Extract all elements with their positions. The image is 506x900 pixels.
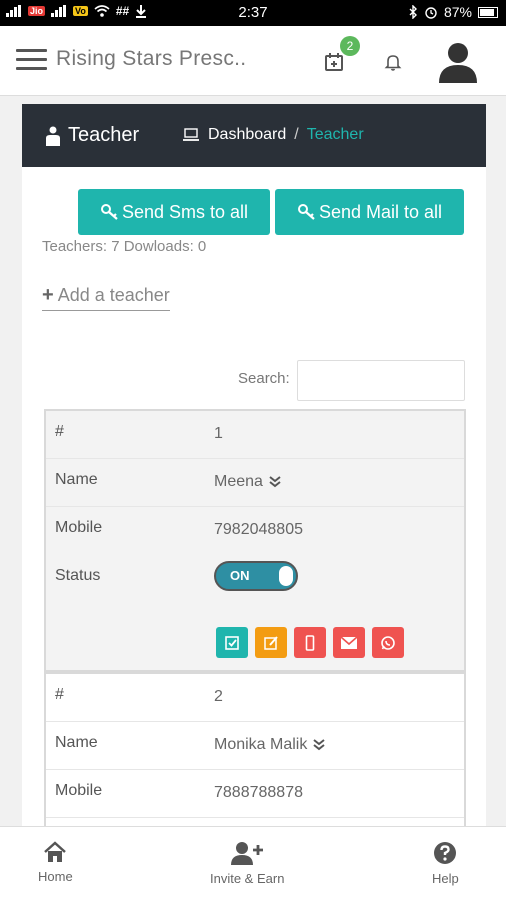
teacher-name: Monika Malik — [214, 736, 308, 753]
send-sms-all-label: Send Sms to all — [121, 201, 249, 222]
breadcrumb: Dashboard / Teacher — [182, 126, 364, 144]
add-teacher-link[interactable]: + Add a teacher — [42, 284, 170, 311]
battery-percent: 87% — [443, 4, 472, 20]
user-plus-icon — [231, 842, 264, 865]
edit-button[interactable] — [255, 627, 287, 658]
toggle-knob — [279, 566, 293, 586]
search-label: Search: — [238, 370, 290, 387]
status-toggle[interactable]: ON — [214, 561, 298, 591]
bell-icon[interactable] — [383, 52, 403, 72]
sms-button[interactable] — [294, 627, 326, 658]
whatsapp-icon — [381, 635, 395, 650]
index-value: 2 — [214, 688, 223, 705]
send-mail-all-button[interactable]: Send Mail to all — [275, 189, 464, 235]
mobile-value: 7888788878 — [214, 784, 303, 801]
user-avatar-icon[interactable] — [436, 39, 480, 83]
double-chevron-down-icon[interactable] — [269, 476, 281, 488]
help-icon — [434, 842, 457, 864]
breadcrumb-dashboard[interactable]: Dashboard — [208, 126, 286, 144]
record-row-index: # 2 — [46, 674, 464, 722]
status-right: 87% — [408, 4, 498, 20]
index-label: # — [55, 686, 64, 703]
home-icon — [44, 841, 67, 862]
name-value[interactable]: Monika Malik — [214, 736, 325, 754]
teacher-record: # 1 Name Meena Mobile 7982048805 Status … — [44, 409, 466, 672]
mobile-icon — [305, 634, 315, 651]
record-row-name: Name Monika Malik — [46, 722, 464, 770]
record-row-mobile: Mobile 7982048805 — [46, 507, 464, 555]
status-bar: Jio Vo ## 2:37 87% — [0, 0, 506, 26]
app-title: Rising Stars Presc.. — [56, 47, 247, 70]
nav-home-label: Home — [38, 869, 73, 884]
page-title: Teacher — [44, 124, 139, 147]
nav-help-label: Help — [432, 871, 459, 886]
nav-invite-label: Invite & Earn — [210, 871, 285, 886]
nav-invite[interactable]: Invite & Earn — [210, 841, 284, 886]
bluetooth-icon — [409, 5, 417, 19]
laptop-icon — [183, 128, 199, 141]
mobile-label: Mobile — [55, 782, 103, 799]
card-header: Teacher Dashboard / Teacher — [22, 104, 486, 167]
double-chevron-down-icon[interactable] — [313, 739, 325, 751]
check-edit-button[interactable] — [216, 627, 248, 658]
whatsapp-button[interactable] — [372, 627, 404, 658]
record-row-mobile: Mobile 7888788878 — [46, 770, 464, 818]
calendar-icon[interactable] — [324, 52, 344, 72]
record-row-index: # 1 — [46, 411, 464, 459]
mail-button[interactable] — [333, 627, 365, 658]
battery-icon — [478, 6, 498, 18]
key-icon — [100, 204, 118, 220]
envelope-icon — [341, 636, 357, 649]
calendar-badge: 2 — [340, 36, 360, 56]
menu-icon[interactable] — [16, 49, 47, 71]
teacher-card: Teacher Dashboard / Teacher Send Sms to … — [22, 104, 486, 864]
key-icon — [297, 204, 315, 220]
index-value: 1 — [214, 425, 223, 442]
teacher-icon — [46, 126, 60, 146]
bottom-navigation: Home Invite & Earn Help — [0, 826, 506, 900]
send-mail-all-label: Send Mail to all — [318, 201, 443, 222]
plus-icon: + — [42, 284, 54, 306]
send-sms-all-button[interactable]: Send Sms to all — [78, 189, 270, 235]
check-square-icon — [225, 635, 239, 650]
add-teacher-label: Add a teacher — [57, 285, 170, 305]
teacher-counts: Teachers: 7 Dowloads: 0 — [42, 238, 207, 255]
alarm-icon — [425, 7, 437, 19]
search-input[interactable] — [297, 360, 465, 401]
mobile-label: Mobile — [55, 519, 103, 536]
edit-icon — [264, 635, 278, 650]
nav-home[interactable]: Home — [38, 841, 73, 884]
status-label: Status — [55, 567, 101, 584]
teacher-name: Meena — [214, 473, 263, 490]
record-row-name: Name Meena — [46, 459, 464, 507]
nav-help[interactable]: Help — [432, 841, 459, 886]
breadcrumb-current[interactable]: Teacher — [307, 126, 364, 144]
app-header: Rising Stars Presc.. 2 — [0, 26, 506, 96]
name-label: Name — [55, 471, 98, 488]
mobile-value: 7982048805 — [214, 521, 303, 538]
name-value[interactable]: Meena — [214, 473, 281, 491]
name-label: Name — [55, 734, 98, 751]
breadcrumb-separator: / — [294, 126, 299, 143]
page-title-text: Teacher — [68, 124, 140, 146]
status-toggle-label: ON — [230, 568, 250, 583]
record-actions — [216, 627, 404, 658]
index-label: # — [55, 423, 64, 440]
